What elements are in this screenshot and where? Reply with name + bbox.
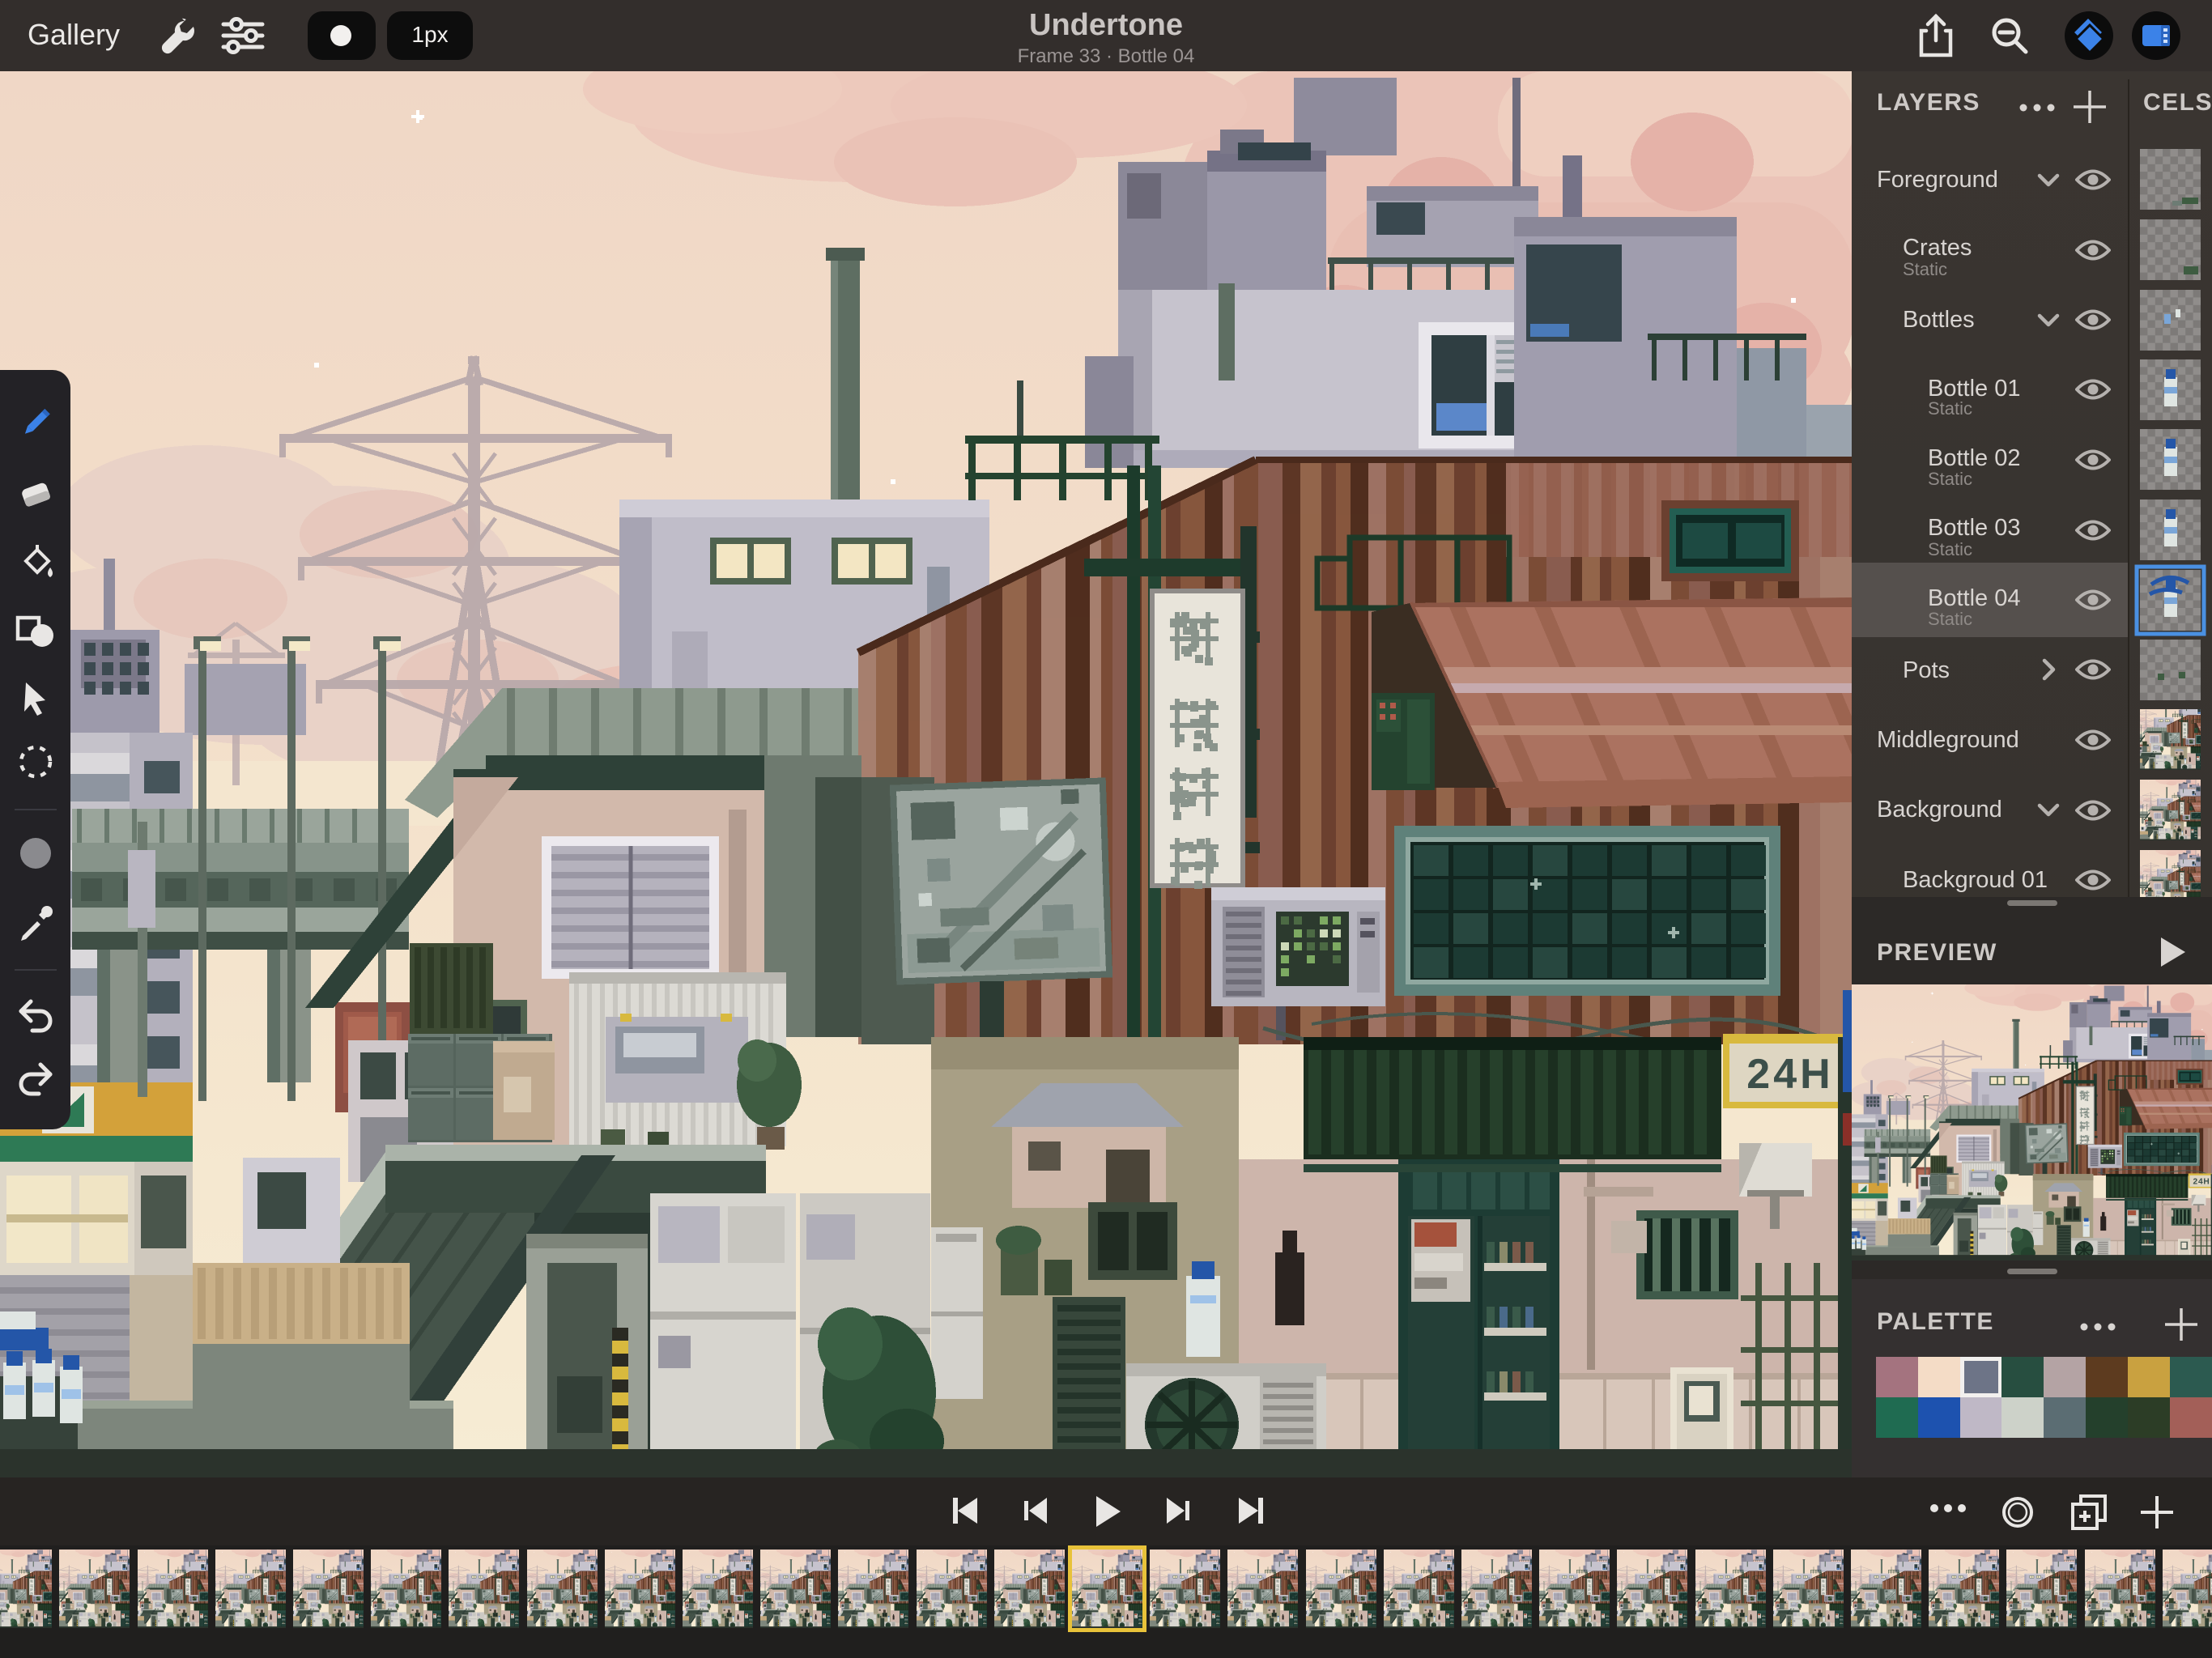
svg-text:24H: 24H (1746, 1051, 1833, 1098)
